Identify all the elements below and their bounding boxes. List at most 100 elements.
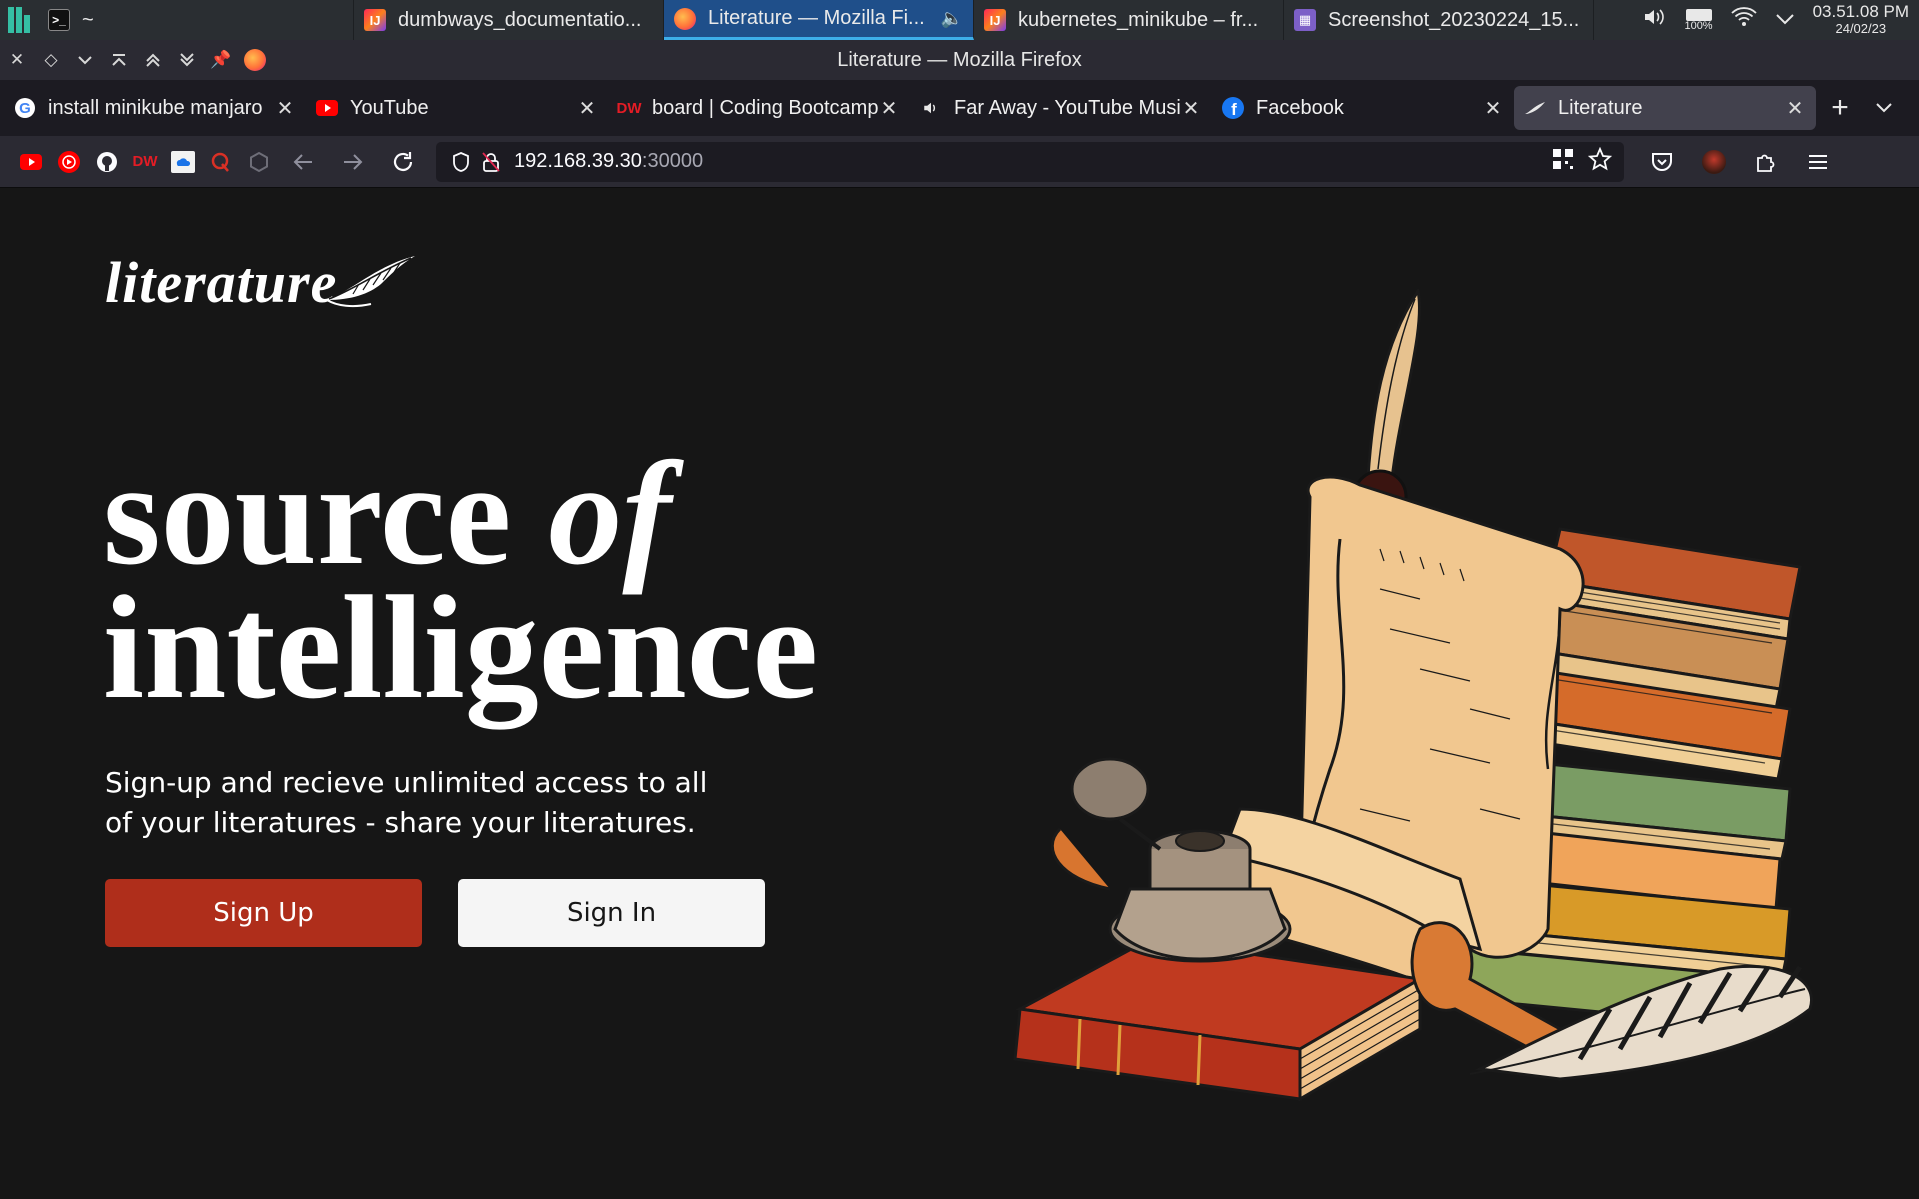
intellij-icon: IJ [984,9,1006,31]
clock-time: 03.51.08 PM [1812,2,1909,21]
intellij-icon: IJ [364,9,386,31]
battery-indicator[interactable]: 100% [1684,8,1713,32]
image-viewer-icon: ▦ [1294,9,1316,31]
bookmark-youtube[interactable] [12,143,50,181]
task-intellij-docs[interactable]: IJ dumbways_documentatio... [354,0,664,40]
arrow-left-icon [293,153,312,170]
dumbways-icon: DW [616,99,642,117]
avatar [1702,149,1726,174]
reload-button[interactable] [378,142,428,182]
facebook-icon: f [1222,97,1244,119]
bookmark-youtube-music[interactable] [50,143,88,181]
terminal-icon: >_ [48,9,70,31]
task-label: Screenshot_20230224_15... [1328,8,1580,31]
back-button[interactable] [278,142,328,182]
github-icon [97,151,117,172]
tab-strip: G install minikube manjaro ✕ YouTube ✕ D… [0,80,1919,136]
dumbways-icon: DW [132,153,158,170]
pocket-icon [1652,152,1672,171]
clock[interactable]: 03.51.08 PM 24/02/23 [1813,3,1909,37]
qr-code-icon[interactable] [1552,148,1574,175]
task-firefox[interactable]: Literature — Mozilla Fi... 🔈 [664,0,974,40]
reload-icon [393,151,413,171]
close-tab-icon[interactable]: ✕ [878,96,900,121]
sign-in-button[interactable]: Sign In [458,879,765,947]
volume-icon[interactable] [1642,5,1666,35]
new-tab-button[interactable]: + [1816,86,1864,130]
tab-install-minikube[interactable]: G install minikube manjaro ✕ [4,86,306,130]
tracking-protection-icon[interactable] [446,151,476,173]
window-title: Literature — Mozilla Firefox [837,48,1082,71]
tab-facebook[interactable]: f Facebook ✕ [1212,86,1514,130]
forward-button[interactable] [328,142,378,182]
tab-title: install minikube manjaro [48,96,263,119]
pin-icon[interactable]: 📌 [204,40,238,80]
close-tab-icon[interactable]: ✕ [576,96,598,121]
audio-playing-icon: 🔈 [940,8,963,28]
youtube-music-icon [58,150,80,173]
hamburger-icon [1809,154,1827,169]
battery-percent: 100% [1684,19,1713,32]
hero-title: source of intelligence [103,440,818,722]
arrow-right-icon [344,153,363,170]
site-logo[interactable]: literature [105,249,418,316]
puzzle-icon [1757,154,1775,172]
url-port: :30000 [641,150,704,172]
extensions-button[interactable] [1740,142,1792,182]
close-window-icon[interactable]: ✕ [0,40,34,80]
wifi-icon[interactable] [1730,6,1757,34]
app-launcher-icon[interactable] [0,0,38,40]
tab-title: YouTube [350,96,429,119]
bookmark-star-icon[interactable] [1587,146,1613,176]
keep-above-icon[interactable]: ◇ [34,40,68,80]
shade-down-icon[interactable] [170,40,204,80]
speaker-icon[interactable] [920,97,942,119]
system-tray: 100% 03.51.08 PM 24/02/23 [1642,0,1919,40]
close-tab-icon[interactable]: ✕ [1180,96,1202,121]
task-screenshot[interactable]: ▦ Screenshot_20230224_15... [1284,0,1594,40]
tab-title: Far Away - YouTube Music [954,96,1180,119]
minimize-icon[interactable] [68,40,102,80]
tab-youtube[interactable]: YouTube ✕ [306,86,608,130]
cloud-icon [171,150,195,173]
tab-literature[interactable]: Literature ✕ [1514,86,1816,130]
app-menu-button[interactable] [1792,142,1844,182]
task-label: kubernetes_minikube – fr... [1018,8,1259,31]
tab-youtube-music[interactable]: Far Away - YouTube Music ✕ [910,86,1212,130]
hexagon-icon [250,151,268,172]
close-tab-icon[interactable]: ✕ [274,96,296,121]
maximize-icon[interactable] [102,40,136,80]
url-text[interactable]: 192.168.39.30:30000 [514,150,703,173]
battery-icon [1685,8,1712,21]
tab-dumbways-board[interactable]: DW board | Coding Bootcamp ✕ [608,86,910,130]
insecure-lock-icon[interactable] [476,151,506,173]
chevron-down-icon [1876,103,1892,113]
task-label: ~ [82,8,94,31]
account-button[interactable] [1688,142,1740,182]
logo-text: literature [105,250,338,315]
url-bar[interactable]: 192.168.39.30:30000 [436,141,1624,182]
feather-icon [1524,97,1546,119]
bookmark-dumbways[interactable]: DW [126,143,164,181]
shade-up-icon[interactable] [136,40,170,80]
bookmark-extension[interactable] [240,143,278,181]
tab-title: Facebook [1256,96,1344,119]
system-taskbar: >_ ~ IJ dumbways_documentatio... Literat… [0,0,1919,40]
literature-illustration [1013,289,1813,1102]
sign-up-button[interactable]: Sign Up [105,879,422,947]
bookmark-github[interactable] [88,143,126,181]
chevron-down-icon[interactable] [1775,9,1795,32]
task-intellij-minikube[interactable]: IJ kubernetes_minikube – fr... [974,0,1284,40]
tab-title: board | Coding Bootcamp [652,96,878,119]
google-icon: G [14,97,36,119]
bookmark-cloudhost[interactable] [164,143,202,181]
firefox-icon [674,7,696,30]
page-content: literature source of intelligence Sign-u… [0,189,1919,1199]
close-tab-icon[interactable]: ✕ [1784,96,1806,121]
bookmark-quora[interactable] [202,143,240,181]
task-terminal[interactable]: >_ ~ [38,0,354,40]
list-all-tabs-button[interactable] [1864,86,1904,130]
pocket-button[interactable] [1636,142,1688,182]
window-titlebar: ✕ ◇ 📌 Literature — Mozilla Firefox [0,40,1919,80]
close-tab-icon[interactable]: ✕ [1482,96,1504,121]
